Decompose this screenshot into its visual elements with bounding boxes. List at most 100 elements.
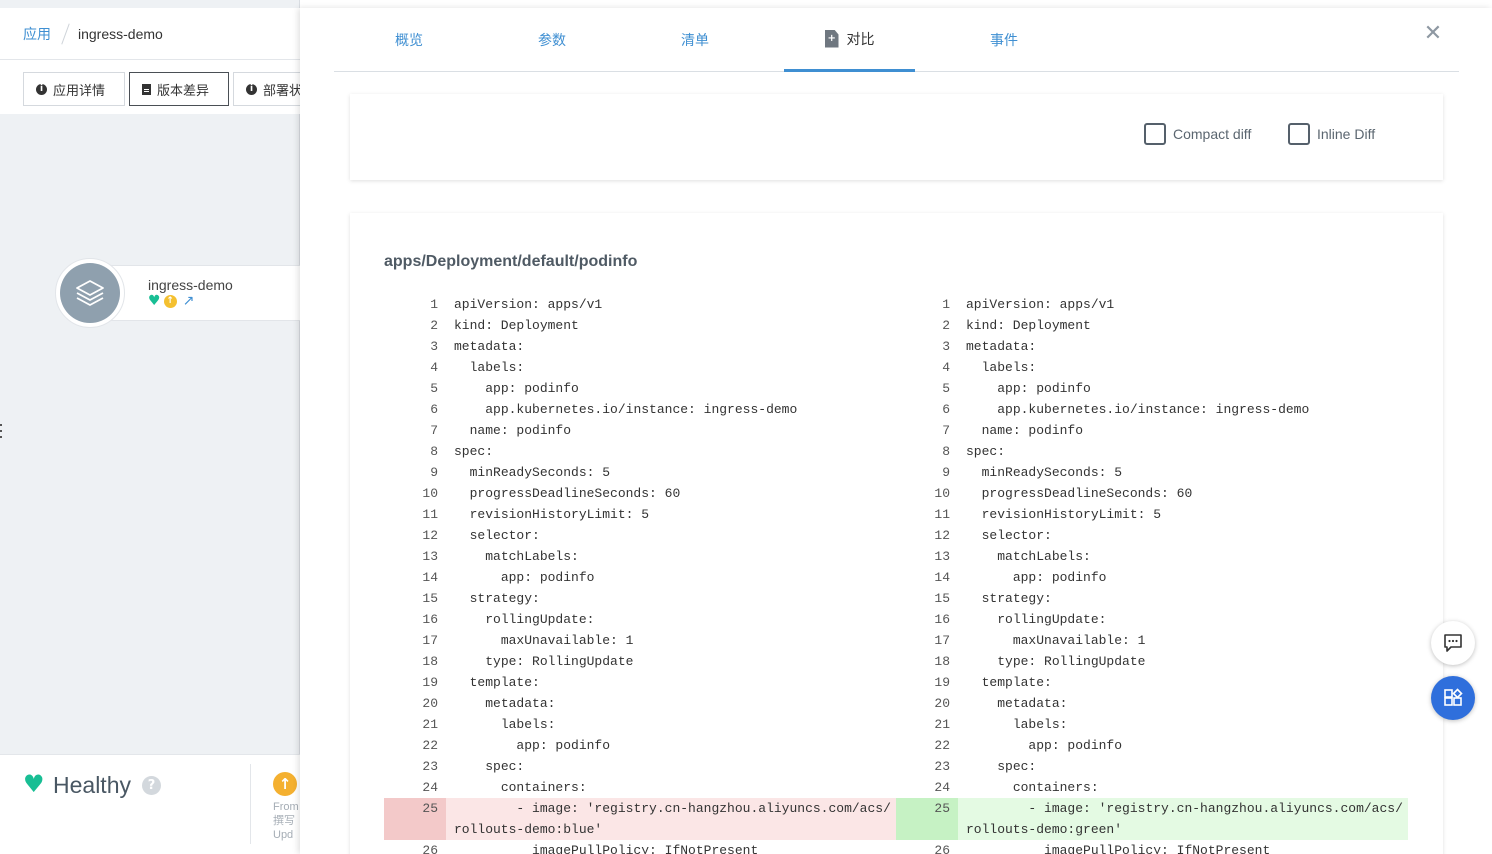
diff-left-line: 22 app: podinfo bbox=[384, 735, 896, 756]
code-line: app.kubernetes.io/instance: ingress-demo bbox=[454, 402, 798, 417]
diff-left-line: 3 metadata: bbox=[384, 336, 896, 357]
diff-resource-title: apps/Deployment/default/podinfo bbox=[384, 253, 638, 270]
code-line: - image: 'registry.cn-hangzhou.aliyuncs.… bbox=[958, 798, 1408, 840]
diff-row: 13 matchLabels: 13 matchLabels: bbox=[384, 546, 1408, 567]
diff-code-view: 1 apiVersion: apps/v1 1 apiVersion: apps/v1… bbox=[384, 294, 1408, 854]
diff-row: 22 app: podinfo 22 app: podinfo bbox=[384, 735, 1408, 756]
diff-left-line: 14 app: podinfo bbox=[384, 567, 896, 588]
line-number: 14 bbox=[422, 570, 438, 585]
tab-diff-label: 对比 bbox=[846, 30, 875, 47]
diff-row: 24 containers: 24 containers: bbox=[384, 777, 1408, 798]
app-details-button[interactable]: i 应用详情 bbox=[23, 72, 125, 106]
line-number: 17 bbox=[934, 633, 950, 648]
line-number: 22 bbox=[934, 738, 950, 753]
tab-bar: 概览 参数 清单 对比 事件 bbox=[334, 8, 1459, 72]
line-number: 1 bbox=[430, 297, 438, 312]
diff-row: 3 metadata: 3 metadata: bbox=[384, 336, 1408, 357]
feedback-button[interactable] bbox=[1431, 621, 1475, 665]
line-number: 2 bbox=[430, 318, 438, 333]
diff-left-line: 21 labels: bbox=[384, 714, 896, 735]
compact-diff-checkbox[interactable]: Compact diff bbox=[1144, 123, 1251, 145]
diff-right-line: 20 metadata: bbox=[896, 693, 1408, 714]
line-number: 8 bbox=[430, 444, 438, 459]
app-node-card[interactable] bbox=[95, 265, 300, 321]
code-line: type: RollingUpdate bbox=[454, 654, 634, 669]
inline-diff-checkbox[interactable]: Inline Diff bbox=[1288, 123, 1375, 145]
line-number: 14 bbox=[934, 570, 950, 585]
help-icon[interactable]: ? bbox=[142, 776, 161, 795]
heart-icon: ♥ bbox=[23, 770, 45, 798]
checkbox-box[interactable] bbox=[1288, 123, 1310, 145]
external-link-icon[interactable]: ↗ bbox=[183, 294, 195, 308]
line-number: 21 bbox=[934, 717, 950, 732]
app-node-status-icons: ♥ ↑ ↗ bbox=[148, 294, 194, 308]
diff-left-line: 1 apiVersion: apps/v1 bbox=[384, 294, 896, 315]
code-line: spec: bbox=[454, 444, 494, 459]
code-line: kind: Deployment bbox=[966, 318, 1091, 333]
line-number: 17 bbox=[422, 633, 438, 648]
diff-left-line: 15 strategy: bbox=[384, 588, 896, 609]
diff-left-line: 4 labels: bbox=[384, 357, 896, 378]
diff-options-card: Compact diff Inline Diff bbox=[350, 94, 1443, 180]
tab-manifest[interactable]: 清单 bbox=[640, 8, 750, 72]
line-number: 8 bbox=[942, 444, 950, 459]
resize-handle[interactable] bbox=[0, 424, 3, 440]
code-line: matchLabels: bbox=[454, 549, 579, 564]
code-line: apiVersion: apps/v1 bbox=[966, 297, 1115, 312]
diff-row: 14 app: podinfo 14 app: podinfo bbox=[384, 567, 1408, 588]
line-number: 19 bbox=[422, 675, 438, 690]
breadcrumb: 应用 ingress-demo bbox=[0, 8, 300, 60]
info-icon: i bbox=[246, 83, 257, 95]
diff-right-line: 16 rollingUpdate: bbox=[896, 609, 1408, 630]
checkbox-box[interactable] bbox=[1144, 123, 1166, 145]
code-line: type: RollingUpdate bbox=[966, 654, 1146, 669]
app-node-avatar bbox=[55, 258, 125, 328]
app-diff-button[interactable]: 版本差异 bbox=[129, 72, 229, 106]
diff-left-line: 17 maxUnavailable: 1 bbox=[384, 630, 896, 651]
diff-row: 26 imagePullPolicy: IfNotPresent 26 image… bbox=[384, 840, 1408, 854]
status-divider bbox=[250, 764, 251, 844]
diff-row: 15 strategy: 15 strategy: bbox=[384, 588, 1408, 609]
tab-events-label: 事件 bbox=[990, 32, 1018, 48]
app-status-bar bbox=[0, 754, 300, 854]
breadcrumb-separator bbox=[61, 22, 70, 45]
line-number: 3 bbox=[430, 339, 438, 354]
line-number: 6 bbox=[942, 402, 950, 417]
code-line: progressDeadlineSeconds: 60 bbox=[454, 486, 681, 501]
apps-menu-button[interactable] bbox=[1431, 676, 1475, 720]
code-line: containers: bbox=[966, 780, 1099, 795]
line-number: 24 bbox=[422, 780, 438, 795]
diff-right-line: 14 app: podinfo bbox=[896, 567, 1408, 588]
code-line: app: podinfo bbox=[966, 738, 1123, 753]
breadcrumb-apps-link[interactable]: 应用 bbox=[23, 24, 51, 44]
line-number: 9 bbox=[942, 465, 950, 480]
close-icon[interactable]: ✕ bbox=[1421, 22, 1445, 46]
code-line: name: podinfo bbox=[966, 423, 1084, 438]
diff-right-line: 21 labels: bbox=[896, 714, 1408, 735]
tab-overview[interactable]: 概览 bbox=[354, 8, 464, 72]
code-line: app.kubernetes.io/instance: ingress-demo bbox=[966, 402, 1310, 417]
line-number: 23 bbox=[934, 759, 950, 774]
tab-parameters[interactable]: 参数 bbox=[497, 8, 607, 72]
diff-row: 1 apiVersion: apps/v1 1 apiVersion: apps/v1 bbox=[384, 294, 1408, 315]
code-line: rollingUpdate: bbox=[966, 612, 1107, 627]
layers-icon bbox=[76, 280, 104, 306]
diff-right-line: 25 - image: 'registry.cn-hangzhou.aliyun… bbox=[896, 798, 1408, 840]
diff-right-line: 17 maxUnavailable: 1 bbox=[896, 630, 1408, 651]
code-line: metadata: bbox=[454, 696, 556, 711]
diff-left-line: 9 minReadySeconds: 5 bbox=[384, 462, 896, 483]
diff-right-line: 7 name: podinfo bbox=[896, 420, 1408, 441]
code-line: spec: bbox=[966, 759, 1037, 774]
grid-icon bbox=[1444, 688, 1463, 706]
line-number: 21 bbox=[422, 717, 438, 732]
code-line: apiVersion: apps/v1 bbox=[454, 297, 603, 312]
sync-status-text: From 撰写 Upd bbox=[273, 800, 300, 842]
diff-right-line: 15 strategy: bbox=[896, 588, 1408, 609]
tab-events[interactable]: 事件 bbox=[949, 8, 1059, 72]
diff-row: 8 spec: 8 spec: bbox=[384, 441, 1408, 462]
diff-right-line: 4 labels: bbox=[896, 357, 1408, 378]
line-number: 20 bbox=[934, 696, 950, 711]
line-number: 25 bbox=[384, 798, 446, 840]
tab-diff[interactable]: 对比 bbox=[784, 8, 915, 72]
line-number: 1 bbox=[942, 297, 950, 312]
